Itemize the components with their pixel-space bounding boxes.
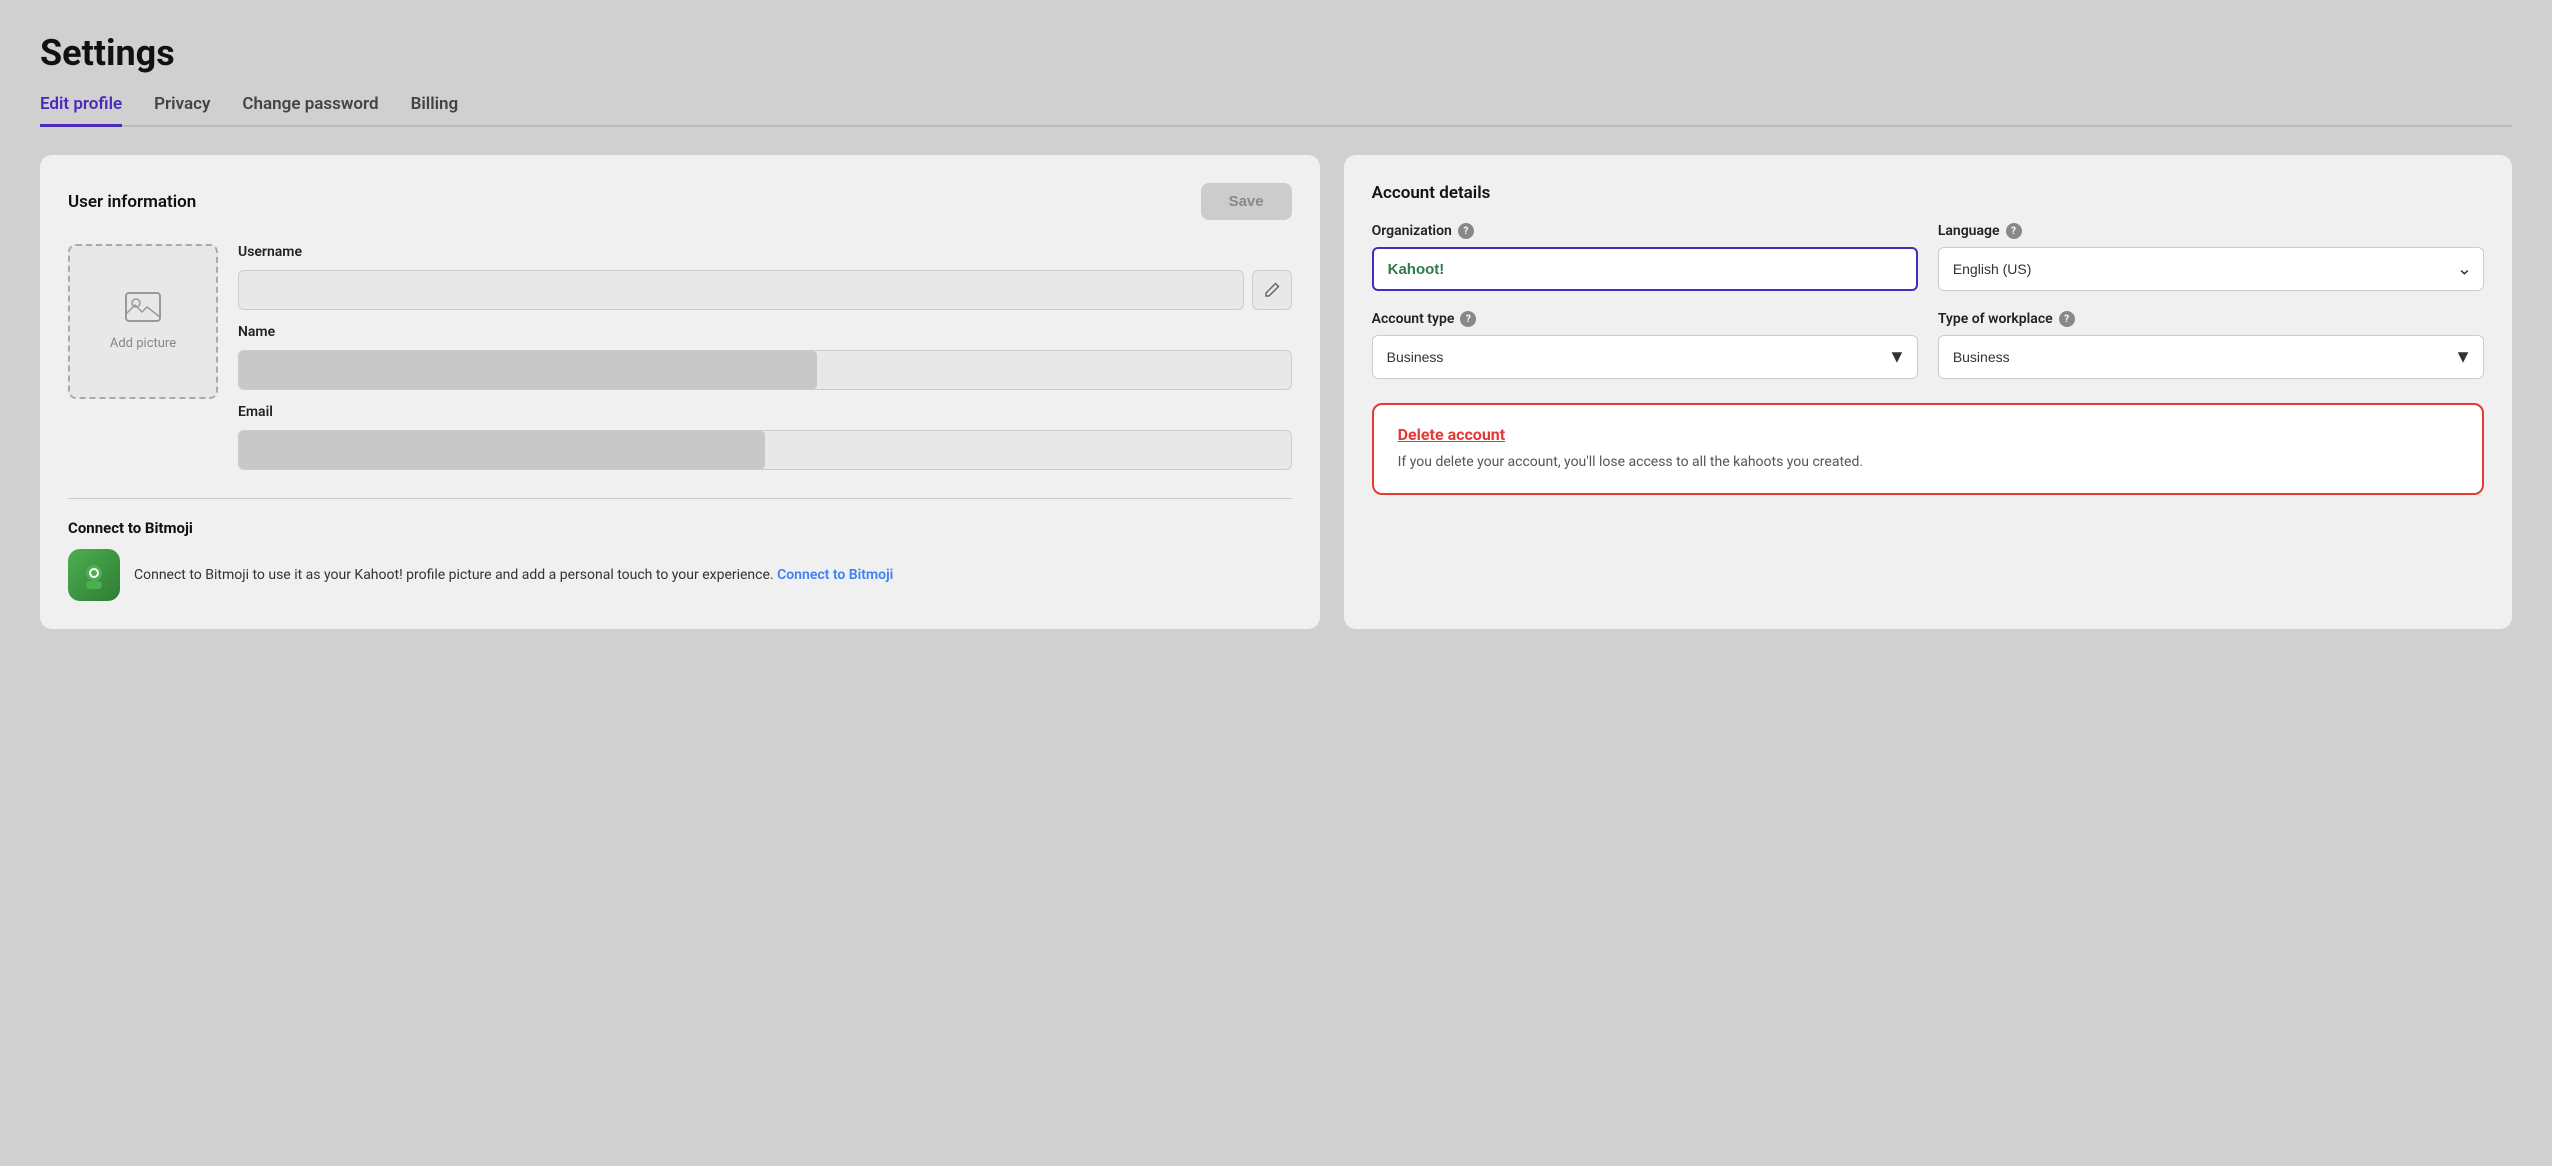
page-title: Settings bbox=[40, 32, 2512, 74]
workplace-label: Type of workplace ? bbox=[1938, 311, 2484, 327]
connect-bitmoji-link[interactable]: Connect to Bitmoji bbox=[777, 567, 893, 583]
workplace-field: Type of workplace ? Business ▼ bbox=[1938, 311, 2484, 379]
account-type-help-icon[interactable]: ? bbox=[1460, 311, 1476, 327]
connect-bitmoji-section: Connect to Bitmoji Connect to Bitmoji to… bbox=[68, 498, 1292, 601]
user-info-body: Add picture Username Name Emai bbox=[68, 244, 1292, 470]
card-header: User information Save bbox=[68, 183, 1292, 220]
username-label: Username bbox=[238, 244, 1292, 260]
language-help-icon[interactable]: ? bbox=[2006, 223, 2022, 239]
name-label: Name bbox=[238, 324, 1292, 340]
tabs-bar: Edit profile Privacy Change password Bil… bbox=[40, 94, 2512, 127]
delete-account-section: Delete account If you delete your accoun… bbox=[1372, 403, 2484, 495]
image-icon bbox=[125, 292, 161, 330]
username-edit-button[interactable] bbox=[1252, 270, 1292, 310]
tab-privacy[interactable]: Privacy bbox=[154, 94, 210, 127]
account-type-select[interactable]: Business bbox=[1372, 335, 1918, 379]
avatar-upload[interactable]: Add picture bbox=[68, 244, 218, 399]
add-picture-label: Add picture bbox=[110, 336, 176, 351]
name-input-container bbox=[238, 350, 1292, 390]
organization-help-icon[interactable]: ? bbox=[1458, 223, 1474, 239]
account-details-card: Account details Organization ? Language … bbox=[1344, 155, 2512, 629]
workplace-select-wrapper: Business ▼ bbox=[1938, 335, 2484, 379]
organization-input[interactable] bbox=[1372, 247, 1918, 291]
organization-field: Organization ? bbox=[1372, 223, 1918, 291]
user-fields: Username Name Email bbox=[238, 244, 1292, 470]
tab-edit-profile[interactable]: Edit profile bbox=[40, 94, 122, 127]
bitmoji-logo-icon bbox=[78, 559, 110, 591]
account-type-label: Account type ? bbox=[1372, 311, 1918, 327]
user-information-card: User information Save Add picture Userna… bbox=[40, 155, 1320, 629]
workplace-select[interactable]: Business bbox=[1938, 335, 2484, 379]
account-type-select-wrapper: Business ▼ bbox=[1372, 335, 1918, 379]
email-input[interactable] bbox=[239, 431, 1291, 469]
workplace-help-icon[interactable]: ? bbox=[2059, 311, 2075, 327]
bitmoji-description: Connect to Bitmoji to use it as your Kah… bbox=[134, 565, 893, 586]
language-label: Language ? bbox=[1938, 223, 2484, 239]
delete-account-description: If you delete your account, you'll lose … bbox=[1398, 452, 2458, 473]
username-row bbox=[238, 270, 1292, 310]
org-label-text: Organization bbox=[1372, 223, 1452, 239]
bitmoji-logo bbox=[68, 549, 120, 601]
organization-label: Organization ? bbox=[1372, 223, 1918, 239]
language-field: Language ? English (US) ⌄ bbox=[1938, 223, 2484, 291]
tab-billing[interactable]: Billing bbox=[411, 94, 459, 127]
bitmoji-desc-text: Connect to Bitmoji to use it as your Kah… bbox=[134, 567, 774, 583]
delete-account-link[interactable]: Delete account bbox=[1398, 425, 2458, 444]
language-select[interactable]: English (US) bbox=[1938, 247, 2484, 291]
email-input-container bbox=[238, 430, 1292, 470]
save-button[interactable]: Save bbox=[1201, 183, 1292, 220]
account-details-title: Account details bbox=[1372, 183, 2484, 203]
workplace-label-text: Type of workplace bbox=[1938, 311, 2053, 327]
account-type-field: Account type ? Business ▼ bbox=[1372, 311, 1918, 379]
email-label: Email bbox=[238, 404, 1292, 420]
pencil-icon bbox=[1264, 282, 1280, 298]
language-select-wrapper: English (US) ⌄ bbox=[1938, 247, 2484, 291]
name-input[interactable] bbox=[239, 351, 1291, 389]
tab-change-password[interactable]: Change password bbox=[242, 94, 378, 127]
account-details-grid: Organization ? Language ? English (US) ⌄ bbox=[1372, 223, 2484, 379]
username-input[interactable] bbox=[238, 270, 1244, 310]
acct-type-label-text: Account type bbox=[1372, 311, 1455, 327]
lang-label-text: Language bbox=[1938, 223, 2000, 239]
bitmoji-row: Connect to Bitmoji to use it as your Kah… bbox=[68, 549, 1292, 601]
content-area: User information Save Add picture Userna… bbox=[40, 155, 2512, 629]
bitmoji-title: Connect to Bitmoji bbox=[68, 519, 1292, 537]
user-info-title: User information bbox=[68, 192, 196, 212]
